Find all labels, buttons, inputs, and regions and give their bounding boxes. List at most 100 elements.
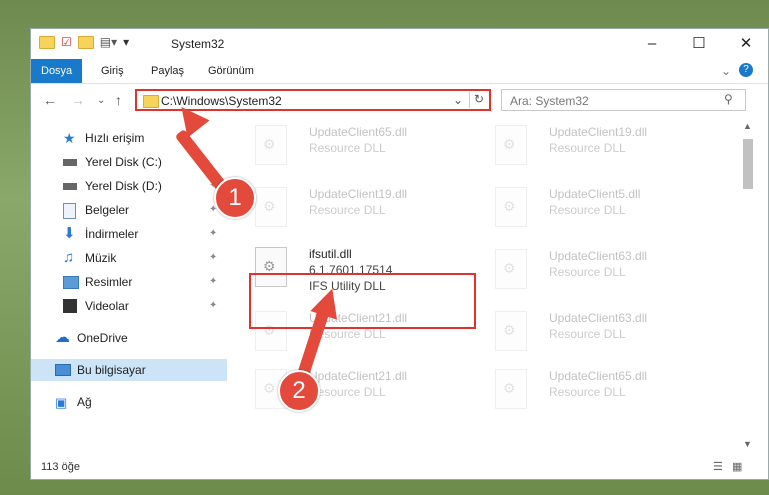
tab-file[interactable]: Dosya bbox=[31, 59, 83, 83]
sidebar-item-label: İndirmeler bbox=[85, 227, 139, 241]
list-item[interactable]: UpdateClient65.dll Resource DLL bbox=[247, 121, 477, 177]
scrollbar-thumb[interactable] bbox=[743, 139, 753, 189]
sidebar-item-label: Resimler bbox=[85, 275, 133, 289]
minimize-button[interactable]: – bbox=[629, 31, 675, 57]
file-description: Resource DLL bbox=[549, 141, 626, 155]
pin-icon[interactable]: ✦ bbox=[209, 247, 217, 269]
tiles-view-icon[interactable]: ▦ bbox=[732, 461, 742, 473]
sidebar-item-label: Müzik bbox=[85, 251, 117, 265]
film-icon bbox=[63, 299, 77, 313]
file-name: UpdateClient5.dll bbox=[549, 187, 641, 201]
navigation-row: ← → ⌄ ↑ C:\Windows\System32 ⌄ ↻ Ara: Sys… bbox=[31, 84, 768, 116]
sidebar-item-label: Videolar bbox=[85, 299, 129, 313]
file-name: UpdateClient63.dll bbox=[549, 249, 648, 263]
sidebar-item-videos[interactable]: Videolar ✦ bbox=[31, 295, 227, 317]
sidebar-item-label: Yerel Disk (D:) bbox=[85, 179, 162, 193]
pin-icon[interactable]: ✦ bbox=[209, 271, 217, 293]
recent-locations-icon[interactable]: ⌄ bbox=[97, 95, 105, 106]
sidebar-item-onedrive[interactable]: ☁ OneDrive bbox=[31, 327, 227, 349]
address-path: C:\Windows\System32 bbox=[161, 94, 282, 108]
dll-file-icon bbox=[495, 187, 527, 227]
pictures-icon bbox=[63, 276, 79, 289]
expand-ribbon-icon[interactable]: ⌄ bbox=[721, 64, 731, 78]
up-arrow-icon[interactable]: ↑ bbox=[115, 92, 122, 108]
maximize-button[interactable]: ☐ bbox=[676, 31, 722, 57]
tab-home[interactable]: Giriş bbox=[91, 59, 134, 83]
sidebar-item-music[interactable]: ♫ Müzik ✦ bbox=[31, 247, 227, 269]
search-placeholder: Ara: System32 bbox=[510, 94, 589, 108]
view-buttons: ☰ ▦ bbox=[713, 460, 742, 473]
file-name: UpdateClient19.dll bbox=[309, 187, 408, 201]
sidebar-item-network[interactable]: ▣ Ağ bbox=[31, 391, 227, 413]
explorer-window: ☑ ▤▾ ▾ System32 – ☐ ✕ Dosya Giriş Paylaş… bbox=[30, 28, 769, 480]
folder-icon bbox=[39, 35, 55, 49]
sidebar-item-this-pc[interactable]: Bu bilgisayar bbox=[31, 359, 227, 381]
pin-icon[interactable]: ✦ bbox=[209, 295, 217, 317]
list-item[interactable]: UpdateClient63.dll Resource DLL bbox=[487, 245, 717, 301]
network-icon: ▣ bbox=[55, 395, 68, 410]
navigation-pane: ★ Hızlı erişim Yerel Disk (C:) Yerel Dis… bbox=[31, 121, 227, 451]
dll-file-icon bbox=[255, 125, 287, 165]
properties-icon[interactable]: ☑ bbox=[61, 35, 72, 49]
search-input[interactable]: Ara: System32 ⚲ bbox=[501, 89, 746, 111]
list-item[interactable]: UpdateClient65.dll Resource DLL bbox=[487, 365, 717, 421]
customize-toolbar-icon[interactable]: ▾ bbox=[123, 35, 129, 49]
download-icon: ⬇ bbox=[63, 225, 76, 242]
search-icon[interactable]: ⚲ bbox=[724, 92, 733, 106]
help-icon[interactable]: ? bbox=[739, 63, 753, 77]
view-icon[interactable]: ▤▾ bbox=[100, 35, 117, 49]
file-name: UpdateClient63.dll bbox=[549, 311, 648, 325]
back-arrow-icon[interactable]: ← bbox=[43, 92, 57, 108]
star-icon: ★ bbox=[63, 130, 76, 146]
file-description: Resource DLL bbox=[549, 265, 626, 279]
list-item[interactable]: UpdateClient63.dll Resource DLL bbox=[487, 307, 717, 363]
file-name: UpdateClient21.dll bbox=[309, 369, 408, 383]
scroll-up-icon[interactable]: ▲ bbox=[743, 121, 752, 131]
sidebar-item-pictures[interactable]: Resimler ✦ bbox=[31, 271, 227, 293]
annotation-badge-2: 2 bbox=[278, 370, 320, 412]
address-dropdown-icon[interactable]: ⌄ bbox=[453, 93, 463, 107]
cloud-icon: ☁ bbox=[55, 329, 70, 346]
annotation-badge-1: 1 bbox=[214, 177, 256, 219]
tab-share[interactable]: Paylaş bbox=[141, 59, 194, 83]
file-name: UpdateClient19.dll bbox=[549, 125, 648, 139]
sidebar-item-label: Ağ bbox=[77, 395, 92, 409]
details-view-icon[interactable]: ☰ bbox=[713, 461, 723, 473]
item-count: 113 öğe bbox=[41, 461, 80, 473]
dll-file-icon bbox=[495, 125, 527, 165]
sidebar-item-local-disk-d[interactable]: Yerel Disk (D:) ✦ bbox=[31, 175, 227, 197]
dll-file-icon bbox=[495, 249, 527, 289]
file-description: Resource DLL bbox=[549, 203, 626, 217]
file-name: UpdateClient65.dll bbox=[309, 125, 408, 139]
sidebar-item-documents[interactable]: Belgeler ✦ bbox=[31, 199, 227, 221]
file-name: UpdateClient65.dll bbox=[549, 369, 648, 383]
sidebar-item-downloads[interactable]: ⬇ İndirmeler ✦ bbox=[31, 223, 227, 245]
scroll-down-icon[interactable]: ▼ bbox=[743, 439, 752, 449]
file-description: Resource DLL bbox=[309, 203, 386, 217]
file-description: Resource DLL bbox=[549, 385, 626, 399]
refresh-icon[interactable]: ↻ bbox=[469, 92, 488, 108]
list-item[interactable]: UpdateClient19.dll Resource DLL bbox=[487, 121, 717, 177]
file-description: Resource DLL bbox=[549, 327, 626, 341]
title-bar: ☑ ▤▾ ▾ System32 – ☐ ✕ bbox=[31, 29, 768, 59]
forward-arrow-icon[interactable]: → bbox=[71, 92, 85, 108]
list-item[interactable]: UpdateClient19.dll Resource DLL bbox=[247, 183, 477, 239]
dll-file-icon bbox=[255, 187, 287, 227]
file-description: Resource DLL bbox=[309, 141, 386, 155]
pin-icon[interactable]: ✦ bbox=[209, 223, 217, 245]
sidebar-item-label: OneDrive bbox=[77, 331, 128, 345]
list-item[interactable]: UpdateClient5.dll Resource DLL bbox=[487, 183, 717, 239]
sidebar-item-label: Yerel Disk (C:) bbox=[85, 155, 162, 169]
tab-view[interactable]: Görünüm bbox=[198, 59, 264, 83]
vertical-scrollbar[interactable]: ▲ ▼ bbox=[741, 121, 755, 451]
sidebar-item-label: Hızlı erişim bbox=[85, 131, 145, 145]
window-title: System32 bbox=[171, 37, 225, 51]
quick-access-toolbar: ☑ ▤▾ ▾ bbox=[39, 35, 129, 49]
new-folder-icon[interactable] bbox=[77, 35, 94, 49]
close-button[interactable]: ✕ bbox=[723, 31, 769, 57]
folder-icon bbox=[143, 95, 159, 108]
documents-icon bbox=[63, 203, 76, 219]
file-name: ifsutil.dll bbox=[309, 247, 352, 261]
drive-icon bbox=[63, 183, 77, 190]
dll-file-icon bbox=[495, 311, 527, 351]
